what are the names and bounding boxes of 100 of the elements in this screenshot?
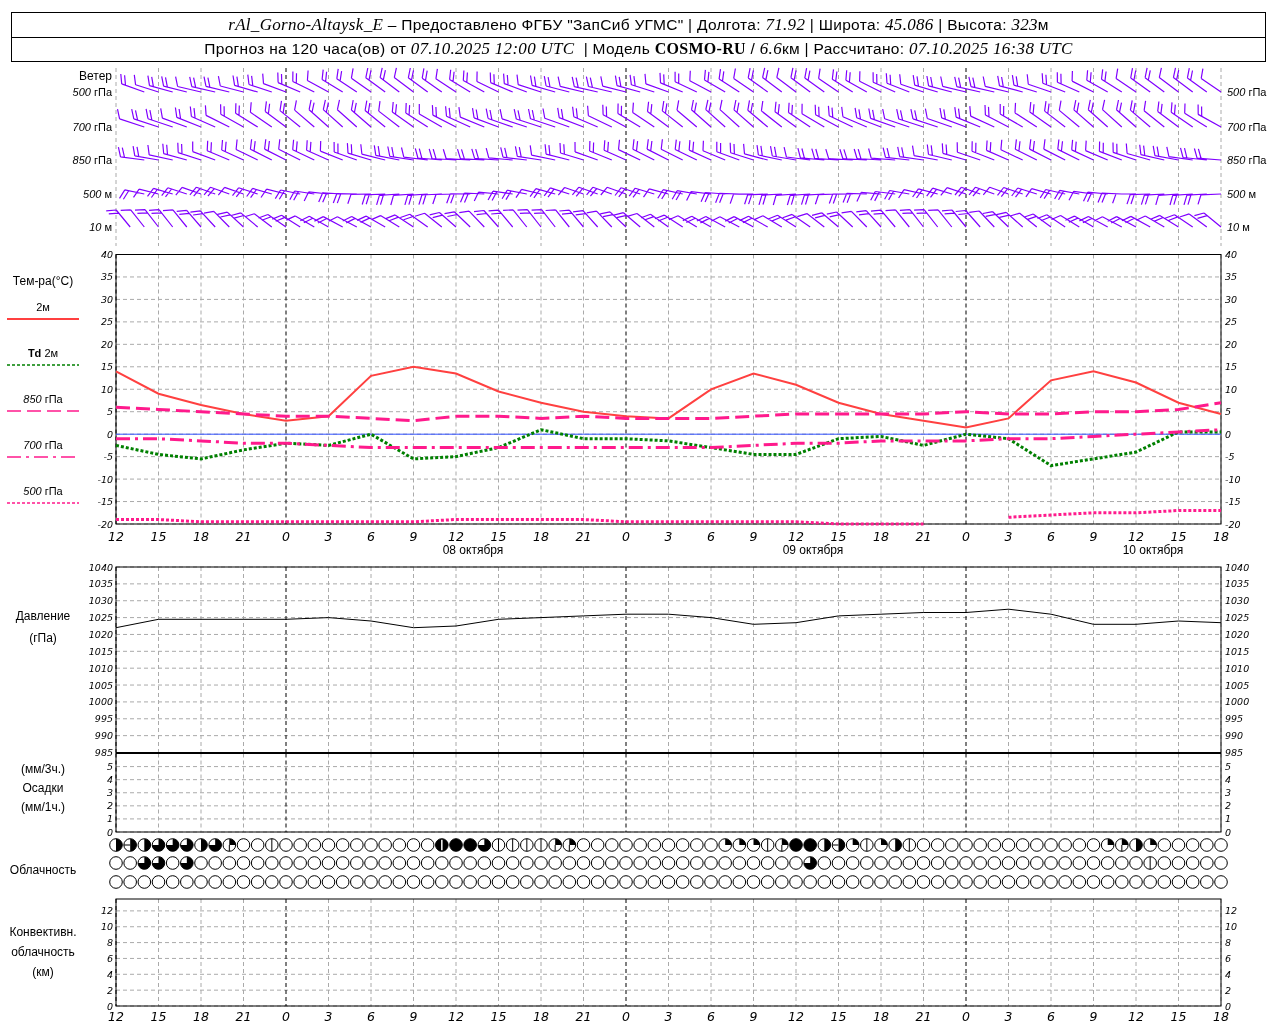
cloud-cover-icon: [619, 856, 633, 870]
cloud-cover-icon: [959, 875, 973, 889]
header-text: rAl_Gorno-Altaysk_E – Предоставлено ФГБУ "ЗапСиб УГМС" | Долгота: 71.92 | Широта: 45.086 | Высота: 323м: [228, 14, 1049, 35]
cloud-cover-icon: [803, 856, 817, 870]
cloud-cover-icon: [647, 838, 662, 852]
cloud-cover-icon: [690, 875, 704, 889]
cloud-cover-icon: [293, 875, 307, 889]
tick-label: -20: [1225, 518, 1241, 530]
time-label: 12: [448, 1009, 464, 1024]
cloud-cover-icon: [732, 856, 747, 870]
cloud-cover-icon: [420, 875, 435, 889]
cloud-cover-icon: [449, 856, 463, 870]
time-label: 15: [830, 529, 847, 544]
cloud-cover-icon: [973, 856, 987, 870]
tick-label: 1025: [88, 612, 113, 624]
level-label: 850 гПа: [72, 154, 112, 166]
tick-label: 12: [100, 905, 113, 917]
cloud-cover-icon: [1200, 875, 1214, 889]
cloud-cover-icon: [491, 856, 506, 870]
cloud-cover-icon: [321, 875, 336, 889]
cloud-cover-icon: [463, 875, 477, 889]
cloud-cover-icon: [605, 856, 619, 870]
tick-label: 1000: [1225, 696, 1250, 708]
cloud-cover-icon: [732, 875, 747, 889]
cloud-cover-icon: [180, 856, 194, 870]
tick-label: -10: [97, 473, 113, 485]
cloud-cover-icon: [916, 856, 931, 870]
time-label: 18: [1213, 529, 1229, 544]
cloud-cover-icon: [123, 875, 137, 889]
time-label: 18: [533, 529, 549, 544]
cloud-cover-icon: [576, 875, 591, 889]
time-label: 6: [1047, 529, 1055, 544]
cloud-cover-icon: [860, 856, 874, 870]
cloud-cover-icon: [392, 838, 407, 852]
cloud-cover-icon: [576, 838, 591, 852]
cloud-cover-icon: [1129, 838, 1143, 852]
tick-label: 0: [106, 826, 113, 838]
tick-label: 2: [1225, 800, 1232, 812]
cloud-cover-icon: [930, 875, 945, 889]
cloud-cover-icon: [675, 856, 690, 870]
tick-label: 6: [1225, 952, 1232, 964]
tick-label: 10: [100, 383, 113, 395]
cloud-cover-icon: [661, 875, 676, 889]
cloud-cover-icon: [661, 838, 676, 852]
cloud-cover-icon: [109, 875, 123, 889]
time-label: 12: [1128, 529, 1144, 544]
tick-label: 2: [106, 800, 113, 812]
time-label: 9: [409, 529, 418, 544]
cloud-cover-icon: [902, 875, 917, 889]
tick-label: 2: [106, 984, 113, 996]
tick-label: 3: [106, 787, 113, 799]
cloud-cover-icon: [491, 838, 506, 852]
cloud-cover-icon: [930, 838, 945, 852]
cloud-cover-icon: [1157, 838, 1172, 852]
cloud-cover-icon: [463, 838, 477, 852]
cloud-cover-icon: [279, 856, 293, 870]
time-label: 21: [915, 1009, 932, 1024]
cloud-cover-icon: [534, 856, 548, 870]
tick-label: 8: [1225, 937, 1232, 949]
tick-label: 5: [106, 761, 113, 773]
tick-label: -15: [1225, 496, 1241, 508]
cloud-cover-icon: [406, 856, 421, 870]
cloud-cover-icon: [760, 875, 775, 889]
tick-label: 2: [1225, 984, 1232, 996]
cloud-cover-icon: [1044, 875, 1058, 889]
cloud-cover-icon: [165, 875, 180, 889]
tick-label: 1010: [88, 662, 113, 674]
cloud-cover-icon: [704, 838, 718, 852]
date-label: 08 октября: [442, 543, 504, 557]
cloud-cover-icon: [1100, 838, 1115, 852]
cloud-cover-icon: [1044, 838, 1058, 852]
cloud-cover-icon: [1115, 875, 1129, 889]
cloud-cover-icon: [1086, 838, 1101, 852]
axis-title: Конвективн. облачность (км): [9, 924, 77, 981]
cloud-cover-icon: [1015, 856, 1030, 870]
cloud-cover-icon: [534, 838, 548, 852]
legend-line: [7, 409, 79, 413]
cloud-cover-icon: [350, 856, 364, 870]
cloud-cover-icon: [449, 875, 463, 889]
tick-label: 995: [94, 713, 113, 725]
cloud-cover-icon: [1015, 838, 1030, 852]
axis-title: Облачность: [9, 862, 77, 877]
time-label: 9: [749, 1009, 758, 1024]
cloud-cover-icon: [420, 838, 435, 852]
cloud-cover-icon: [137, 838, 152, 852]
cloud-cover-icon: [123, 838, 137, 852]
time-label: 3: [1004, 1009, 1013, 1024]
cloud-cover-icon: [335, 875, 350, 889]
cloud-cover-icon: [1072, 838, 1087, 852]
cloud-cover-icon: [605, 875, 619, 889]
cloud-cover-icon: [860, 875, 874, 889]
cloud-cover-icon: [1185, 856, 1200, 870]
tick-label: 995: [1225, 713, 1244, 725]
time-label: 18: [193, 1009, 209, 1024]
time-label: 3: [664, 1009, 673, 1024]
tick-label: 985: [94, 747, 113, 758]
cloud-cover-icon: [463, 856, 477, 870]
cloud-cover-icon: [265, 856, 279, 870]
cloud-cover-icon: [392, 856, 407, 870]
cloud-cover-icon: [803, 838, 817, 852]
